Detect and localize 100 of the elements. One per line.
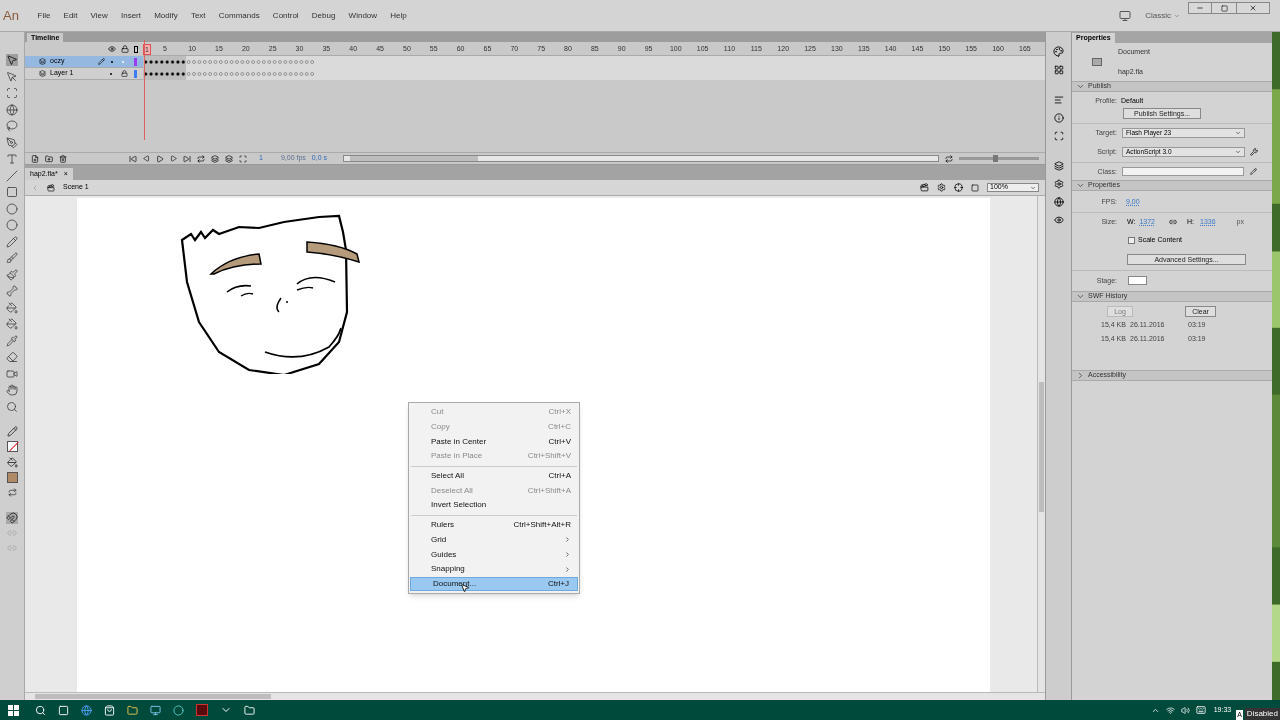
menu-item[interactable]: Debug [305, 9, 342, 22]
menu-item[interactable]: Edit [57, 9, 84, 22]
maximize-button[interactable] [1212, 2, 1236, 14]
edit-frames-icon[interactable] [239, 154, 247, 163]
link-icon[interactable] [1169, 217, 1177, 226]
menu-item[interactable]: Document... Ctrl+J [410, 576, 578, 592]
menu-item[interactable]: Insert [114, 9, 148, 22]
menu-item[interactable]: Commands [212, 9, 267, 22]
step-forward-icon[interactable] [170, 155, 177, 162]
transform-icon[interactable] [1053, 131, 1064, 141]
menu-item[interactable]: Control [266, 9, 306, 22]
paint-bucket-tool-icon[interactable] [6, 301, 18, 314]
transform-tool-icon[interactable] [6, 87, 18, 99]
scale-content-checkbox[interactable] [1128, 236, 1135, 244]
hand-tool-icon[interactable] [6, 384, 18, 396]
text-tool-icon[interactable] [6, 153, 18, 165]
search-icon[interactable] [35, 704, 46, 716]
swatches-icon[interactable] [1053, 65, 1064, 75]
color-panel-icon[interactable] [1053, 46, 1064, 57]
eyedropper-tool-icon[interactable] [6, 334, 18, 347]
menu-item[interactable]: Guides [409, 547, 579, 562]
subselection-tool-icon[interactable] [6, 70, 18, 83]
zoom-tool-icon[interactable] [6, 400, 18, 413]
onion-outline-icon[interactable] [225, 154, 233, 163]
components-icon[interactable] [1053, 179, 1064, 189]
zoom-slider-thumb[interactable] [992, 155, 998, 162]
pen-tool-icon[interactable] [6, 136, 18, 149]
fill-color-icon[interactable] [6, 456, 18, 468]
brush-tool-icon[interactable] [6, 252, 18, 264]
menu-item[interactable]: Paste in Center Ctrl+V [409, 434, 579, 450]
stage-color-swatch[interactable] [1128, 276, 1147, 286]
pencil-tool-icon[interactable] [6, 235, 18, 248]
swap-colors-icon[interactable] [7, 487, 17, 497]
lock-icon[interactable] [121, 45, 129, 53]
menu-item[interactable]: File [30, 9, 57, 22]
rectangle-tool-icon[interactable] [6, 186, 18, 198]
library-icon[interactable] [1053, 161, 1064, 171]
menu-item[interactable]: View [83, 9, 115, 22]
browser-icon[interactable] [81, 704, 92, 716]
menu-item[interactable]: Invert Selection [409, 498, 579, 513]
timeline-scrollbar[interactable] [343, 155, 939, 162]
ink-bottle-tool-icon[interactable] [6, 318, 18, 330]
menu-item[interactable]: Rulers Ctrl+Shift+Alt+R [409, 517, 579, 533]
new-layer-icon[interactable] [31, 154, 39, 163]
edit-scene-icon[interactable] [920, 183, 929, 192]
onion-skin-icon[interactable] [211, 154, 219, 163]
stroke-color-swatch[interactable] [6, 441, 18, 452]
class-field[interactable] [1122, 167, 1244, 177]
clip-icon[interactable] [971, 183, 979, 192]
new-folder-icon[interactable] [45, 154, 53, 163]
wrench-icon[interactable] [1250, 148, 1258, 157]
outline-icon[interactable] [134, 45, 138, 53]
oval-tool-icon[interactable] [6, 202, 18, 215]
pencil-icon[interactable] [1250, 168, 1257, 176]
code-snippets-icon[interactable] [1053, 215, 1064, 225]
eraser-tool-icon[interactable] [6, 351, 18, 363]
edit-symbols-icon[interactable] [937, 183, 946, 192]
menu-item[interactable]: Help [383, 9, 414, 22]
first-frame-icon[interactable] [129, 154, 137, 163]
center-stage-icon[interactable] [954, 183, 963, 192]
menu-item[interactable]: Grid [409, 532, 579, 548]
keyboard-icon[interactable] [1195, 705, 1206, 715]
store-icon[interactable] [104, 704, 115, 716]
close-button[interactable] [1236, 2, 1270, 14]
fill-color-swatch[interactable] [6, 472, 18, 483]
menu-item[interactable]: Window [342, 9, 384, 22]
camera-tool-icon[interactable] [6, 367, 18, 380]
menu-item[interactable]: Snapping [409, 561, 579, 577]
step-back-icon[interactable] [143, 155, 150, 162]
stroke-color-icon[interactable] [6, 425, 18, 437]
align-icon[interactable] [1053, 95, 1064, 105]
info-icon[interactable] [1053, 113, 1064, 123]
workspace-sync-icon[interactable] [1119, 9, 1132, 22]
selection-tool-icon[interactable] [6, 54, 18, 66]
workspace-dropdown[interactable]: Classic [1145, 9, 1180, 22]
visibility-icon[interactable] [108, 45, 116, 53]
line-tool-icon[interactable] [6, 169, 18, 182]
bone-tool-icon[interactable] [6, 285, 18, 297]
lasso-tool-icon[interactable] [6, 120, 18, 132]
network-icon[interactable] [1165, 705, 1175, 715]
play-icon[interactable] [156, 154, 164, 163]
delete-icon[interactable] [59, 154, 67, 163]
snap-magnet-icon[interactable] [6, 511, 18, 524]
windows-logo-icon[interactable] [8, 704, 19, 716]
menu-item[interactable]: Select All Ctrl+A [409, 468, 579, 484]
rotation-tool-icon[interactable] [6, 103, 18, 116]
animate-app-icon[interactable] [196, 704, 208, 716]
lock-icon[interactable] [121, 70, 128, 77]
last-frame-icon[interactable] [183, 154, 191, 163]
motion-presets-icon[interactable] [1053, 197, 1064, 207]
polystar-tool-icon[interactable] [6, 219, 18, 231]
paint-brush-tool-icon[interactable] [6, 268, 18, 281]
loop-icon[interactable] [197, 154, 205, 163]
task-view-icon[interactable] [58, 704, 69, 716]
minimize-button[interactable] [1188, 2, 1212, 14]
folder-icon[interactable] [127, 704, 138, 716]
volume-icon[interactable] [1180, 705, 1190, 715]
center-frame-icon[interactable] [945, 154, 953, 163]
menu-item[interactable]: Text [184, 9, 213, 22]
menu-item[interactable]: Modify [147, 9, 185, 22]
